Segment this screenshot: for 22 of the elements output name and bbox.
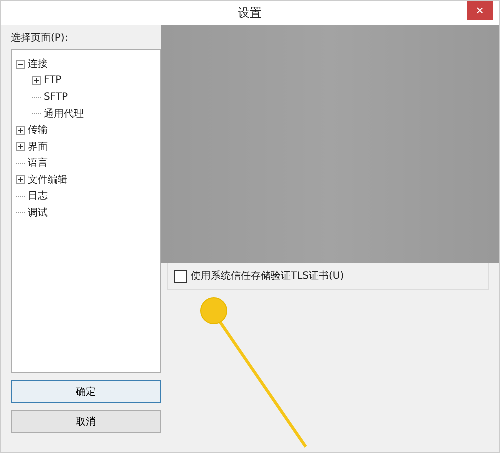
tree-item[interactable]: 语言 [28,156,48,170]
expand-icon[interactable] [16,175,25,184]
close-button[interactable]: × [467,1,493,20]
expand-icon[interactable] [32,76,41,86]
tree-item[interactable]: 通用代理 [44,106,84,121]
page-selector-label: 选择页面(P): [11,32,70,45]
expand-icon[interactable] [16,142,25,152]
tree-item[interactable]: 调试 [28,206,48,220]
checkbox-label: 使用系统信任存储验证TLS证书(U) [191,270,344,283]
tree-item[interactable]: 传输 [28,123,48,138]
expand-icon[interactable] [16,126,25,135]
dialog-button[interactable]: 取消 [11,410,161,433]
collapse-icon[interactable] [16,60,25,69]
tree-item[interactable]: 文件编辑 [28,172,68,187]
checkbox[interactable] [174,270,187,282]
tree-item[interactable]: FTP [44,75,62,86]
tree-item[interactable]: 界面 [28,140,48,154]
tree-item[interactable]: 日志 [28,189,48,204]
dialog-button[interactable]: 确定 [11,380,161,403]
window-title: 设置 [238,4,262,22]
tree-item[interactable]: 连接 [28,57,48,72]
tree-item[interactable]: SFTP [44,92,68,103]
